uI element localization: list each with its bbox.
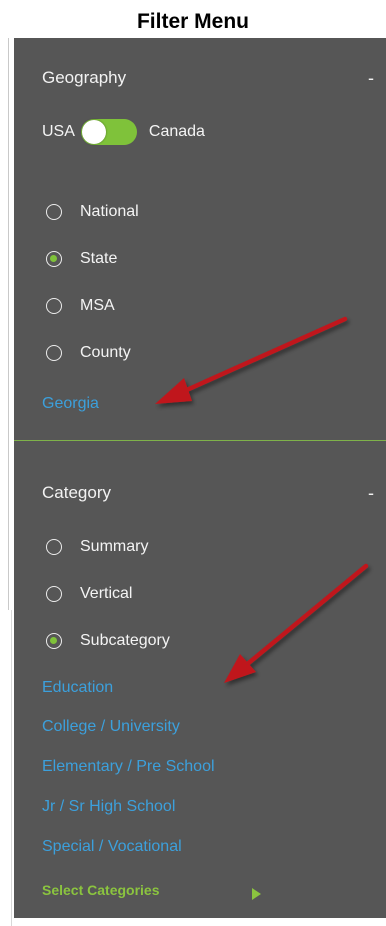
filter-panel: Geography - USA Canada National State MS…: [14, 38, 386, 918]
subcategory-link-vocational[interactable]: Special / Vocational: [42, 838, 182, 856]
radio-state[interactable]: State: [46, 247, 117, 271]
country-toggle-switch[interactable]: [80, 119, 137, 145]
radio-circle-icon: [46, 586, 62, 602]
radio-county[interactable]: County: [46, 341, 131, 365]
radio-checked-icon: [46, 633, 62, 649]
subcategory-link-education[interactable]: Education: [42, 679, 113, 697]
country-toggle-row: USA Canada: [42, 118, 205, 146]
radio-label: MSA: [80, 297, 115, 314]
radio-circle-icon: [46, 298, 62, 314]
radio-subcategory[interactable]: Subcategory: [46, 629, 170, 653]
radio-label: Vertical: [80, 585, 133, 602]
radio-label: Summary: [80, 538, 149, 555]
subcategory-link-highschool[interactable]: Jr / Sr High School: [42, 798, 175, 816]
radio-checked-icon: [46, 251, 62, 267]
page-title: Filter Menu: [136, 10, 249, 33]
radio-national[interactable]: National: [46, 200, 139, 224]
radio-label: State: [80, 250, 118, 267]
toggle-label-usa: USA: [42, 123, 75, 140]
select-categories-button[interactable]: Select Categories: [42, 882, 160, 898]
radio-circle-icon: [46, 539, 62, 555]
radio-msa[interactable]: MSA: [46, 294, 115, 318]
radio-label: Subcategory: [80, 632, 170, 649]
toggle-knob: [81, 120, 106, 144]
subcategory-link-college[interactable]: College / University: [42, 718, 180, 736]
geography-section-title: Geography: [42, 68, 127, 87]
subcategory-link-elementary[interactable]: Elementary / Pre School: [42, 758, 215, 776]
section-divider: [14, 440, 386, 441]
radio-circle-icon: [46, 204, 62, 220]
category-collapse-button[interactable]: -: [364, 483, 378, 504]
geography-selected-link[interactable]: Georgia: [42, 395, 99, 413]
toggle-label-canada: Canada: [148, 123, 205, 140]
radio-circle-icon: [46, 345, 62, 361]
radio-label: County: [80, 344, 131, 361]
radio-vertical[interactable]: Vertical: [46, 582, 132, 606]
category-section-title: Category: [42, 483, 111, 502]
geography-collapse-button[interactable]: -: [364, 68, 378, 89]
radio-label: National: [80, 203, 139, 220]
scroll-track[interactable]: [8, 38, 9, 610]
play-arrow-icon[interactable]: [252, 888, 261, 900]
scroll-track-lower[interactable]: [11, 610, 12, 926]
radio-summary[interactable]: Summary: [46, 535, 148, 559]
